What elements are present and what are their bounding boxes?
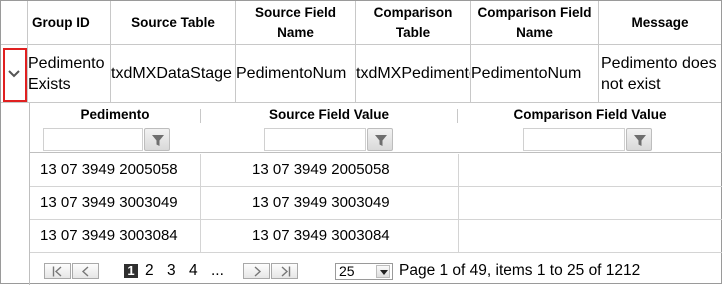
expand-toggle[interactable] [1,45,28,102]
pedimento-filter-input[interactable] [43,128,143,151]
cell-group-id: Pedimento Exists [28,45,111,102]
table-row[interactable]: 13 07 3949 2005058 13 07 3949 2005058 [30,154,722,187]
column-header-pedimento: Pedimento [30,103,200,153]
column-divider [200,220,201,252]
column-header-source-field-name[interactable]: Source Field Name [236,1,356,44]
table-row[interactable]: 13 07 3949 3003084 13 07 3949 3003084 [30,220,722,253]
chevron-left-icon [81,266,89,277]
first-page-icon [52,266,62,277]
page-size-value: 25 [339,263,355,279]
caret-down-icon [380,270,388,275]
dropdown-button[interactable] [376,265,390,278]
comparison-value-filter-button[interactable] [626,128,652,151]
pager: 1 2 3 4 ... 25 Page 1 of 49, items 1 to … [30,254,722,285]
detail-grid: Pedimento Source Field Value Comparison … [29,103,722,285]
previous-page-button[interactable] [72,263,99,279]
column-header-comparison-field-value: Comparison Field Value [458,103,722,153]
next-page-button[interactable] [243,263,270,279]
last-page-icon [281,266,291,277]
page-link[interactable]: 4 [189,261,198,281]
cell-source-value: 13 07 3949 3003084 [252,227,390,244]
source-value-filter-input[interactable] [264,128,366,151]
column-header-group-id[interactable]: Group ID [28,1,111,44]
funnel-icon [375,135,387,146]
page-size-select[interactable]: 25 [335,263,393,280]
cell-pedimento: 13 07 3949 3003049 [40,194,178,211]
pager-info: Page 1 of 49, items 1 to 25 of 1212 [399,262,641,279]
pedimento-filter-button[interactable] [144,128,170,151]
source-value-filter-button[interactable] [367,128,393,151]
column-header-source-field-value: Source Field Value [201,103,457,153]
column-divider [200,154,201,186]
cell-source-value: 13 07 3949 2005058 [252,161,390,178]
first-page-button[interactable] [44,263,71,279]
last-page-button[interactable] [271,263,298,279]
outer-grid-header: Group ID Source Table Source Field Name … [1,1,721,45]
column-divider [458,154,459,186]
chevron-right-icon [254,266,262,277]
column-header-message[interactable]: Message [599,1,721,44]
column-header-comparison-table[interactable]: Comparison Table [356,1,471,44]
column-divider [458,187,459,219]
column-title[interactable]: Pedimento [30,107,200,122]
column-divider [458,220,459,252]
cell-comparison-field-name: PedimentoNum [471,45,599,102]
cell-comparison-table: txdMXPedimento [356,45,471,102]
column-title[interactable]: Comparison Field Value [458,107,722,122]
cell-source-value: 13 07 3949 3003049 [252,194,390,211]
grid-container: Group ID Source Table Source Field Name … [0,0,722,285]
page-link[interactable]: 3 [167,261,176,281]
comparison-value-filter-input[interactable] [523,128,625,151]
more-pages-link[interactable]: ... [211,261,224,281]
table-row: Pedimento Exists txdMXDataStage Pediment… [1,45,721,103]
current-page[interactable]: 1 [124,264,138,278]
cell-source-field-name: PedimentoNum [236,45,356,102]
funnel-icon [634,135,646,146]
cell-pedimento: 13 07 3949 3003084 [40,227,178,244]
column-header-source-table[interactable]: Source Table [111,1,236,44]
page-link[interactable]: 2 [145,261,154,281]
cell-pedimento: 13 07 3949 2005058 [40,161,178,178]
table-row[interactable]: 13 07 3949 3003049 13 07 3949 3003049 [30,187,722,220]
detail-grid-header: Pedimento Source Field Value Comparison … [30,103,722,153]
chevron-down-icon[interactable] [8,70,20,78]
cell-source-table: txdMXDataStage [111,45,236,102]
funnel-icon [152,135,164,146]
column-divider [200,187,201,219]
cell-message: Pedimento does not exist [601,54,717,93]
column-title[interactable]: Source Field Value [201,107,457,122]
expand-column-header [1,1,28,44]
column-header-comparison-field-name[interactable]: Comparison Field Name [471,1,599,44]
